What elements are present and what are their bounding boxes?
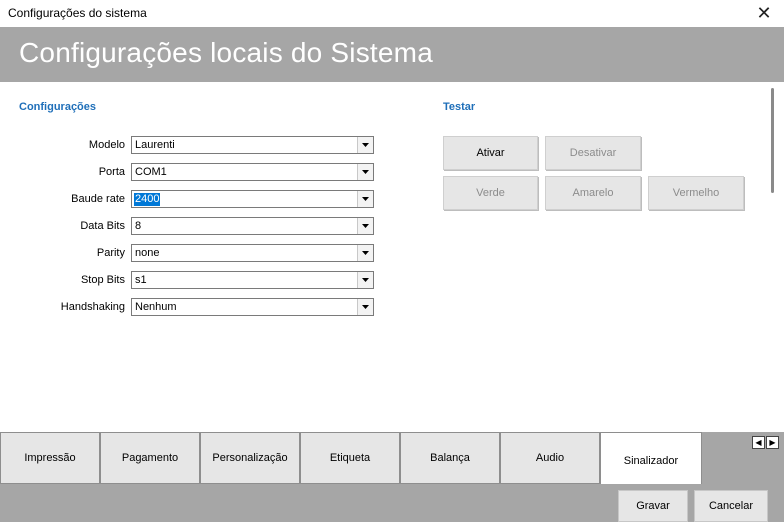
porta-label: Porta (98, 166, 125, 178)
data-bits-select[interactable]: 8 (131, 217, 374, 235)
window-title: Configurações do sistema (8, 6, 147, 20)
chevron-down-icon[interactable] (357, 191, 373, 207)
tab-personalizacao[interactable]: Personalização (200, 432, 300, 484)
modelo-label: Modelo (88, 139, 125, 151)
parity-label: Parity (96, 247, 125, 259)
vermelho-button[interactable]: Vermelho (648, 176, 744, 210)
chevron-down-icon[interactable] (357, 137, 373, 153)
ativar-button[interactable]: Ativar (443, 136, 538, 170)
config-heading: Configurações (19, 101, 97, 113)
tab-impressao[interactable]: Impressão (0, 432, 100, 484)
stop-bits-select[interactable]: s1 (131, 271, 374, 289)
data-bits-label: Data Bits (80, 220, 125, 232)
modelo-select[interactable]: Laurenti (131, 136, 374, 154)
verde-button[interactable]: Verde (443, 176, 538, 210)
title-bar: Configurações do sistema ✕ (0, 0, 784, 27)
handshaking-value: Nenhum (135, 301, 177, 313)
porta-value: COM1 (135, 166, 167, 178)
tab-balanca[interactable]: Balança (400, 432, 500, 484)
data-bits-value: 8 (135, 220, 142, 232)
chevron-down-icon[interactable] (357, 299, 373, 315)
porta-select[interactable]: COM1 (131, 163, 374, 181)
chevron-down-icon[interactable] (357, 272, 373, 288)
baude-rate-label: Baude rate (71, 193, 125, 205)
chevron-down-icon[interactable] (357, 245, 373, 261)
chevron-down-icon[interactable] (357, 218, 373, 234)
desativar-button[interactable]: Desativar (545, 136, 641, 170)
stop-bits-value: s1 (135, 274, 147, 286)
handshaking-select[interactable]: Nenhum (131, 298, 374, 316)
tab-scroll-right-icon[interactable]: ▶ (766, 436, 779, 449)
chevron-down-icon[interactable] (357, 164, 373, 180)
amarelo-button[interactable]: Amarelo (545, 176, 641, 210)
cancel-button[interactable]: Cancelar (694, 490, 768, 522)
test-heading: Testar (443, 101, 476, 113)
save-button[interactable]: Gravar (618, 490, 688, 522)
close-icon[interactable]: ✕ (744, 0, 784, 27)
tab-sinalizador[interactable]: Sinalizador (600, 432, 702, 486)
scrollbar-thumb[interactable] (771, 88, 774, 193)
handshaking-label: Handshaking (60, 301, 125, 313)
stop-bits-label: Stop Bits (80, 274, 125, 286)
tab-etiqueta[interactable]: Etiqueta (300, 432, 400, 484)
tab-audio[interactable]: Audio (500, 432, 600, 484)
header-banner: Configurações locais do Sistema (0, 27, 784, 82)
modelo-value: Laurenti (135, 139, 175, 151)
parity-value: none (135, 247, 160, 259)
parity-select[interactable]: none (131, 244, 374, 262)
vertical-scrollbar[interactable] (763, 88, 778, 428)
baude-rate-value: 2400 (134, 193, 161, 206)
baude-rate-select[interactable]: 2400 (131, 190, 374, 208)
page-title: Configurações locais do Sistema (19, 37, 433, 68)
tab-scroll-arrows: ◀ ▶ (752, 436, 780, 450)
tab-scroll-left-icon[interactable]: ◀ (752, 436, 765, 449)
tab-pagamento[interactable]: Pagamento (100, 432, 200, 484)
